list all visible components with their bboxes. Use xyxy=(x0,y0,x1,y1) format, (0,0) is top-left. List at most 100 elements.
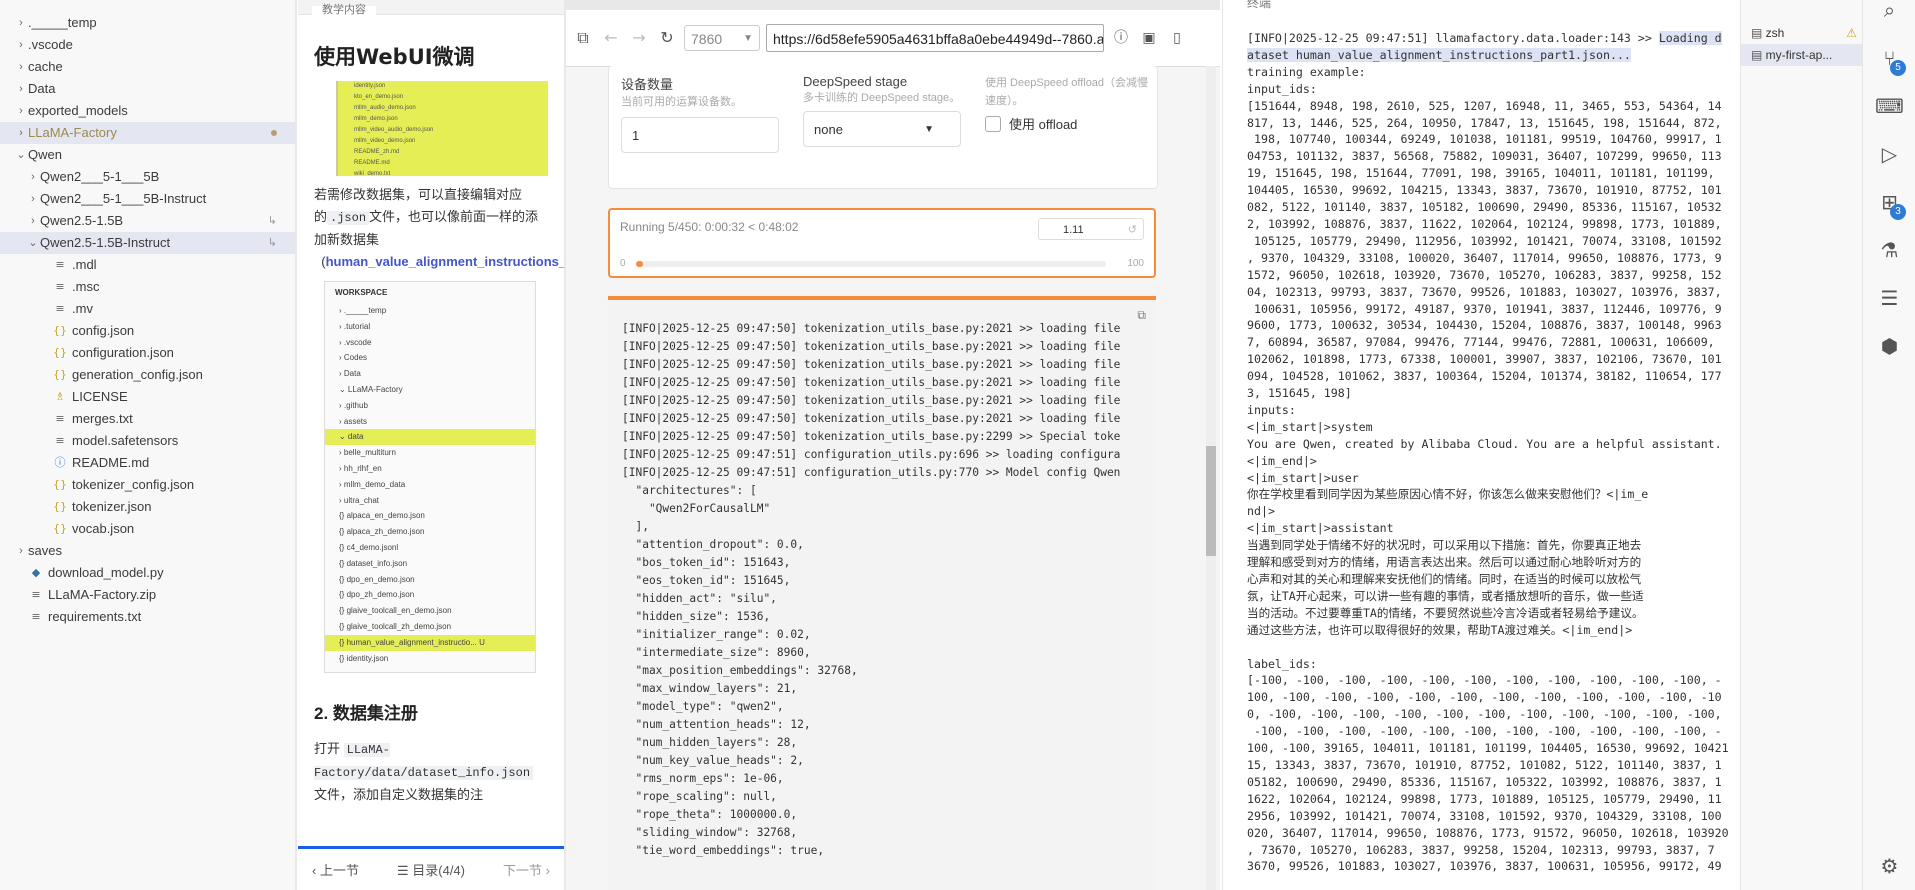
next-section-button[interactable]: 下一节 › xyxy=(503,860,550,879)
help-icon[interactable]: ⓘ xyxy=(1110,27,1132,49)
progress-min-label: 0 xyxy=(620,258,626,269)
reset-icon[interactable]: ↺ xyxy=(1128,219,1137,241)
tree-item-label: LLaMA-Factory xyxy=(28,125,117,140)
offload-checkbox-row[interactable]: 使用 offload xyxy=(985,114,1153,133)
tree-item[interactable]: {} tokenizer_config.json xyxy=(0,474,295,496)
tree-item[interactable]: ≡ LLaMA-Factory.zip xyxy=(0,584,295,606)
workspace-row: {} glaive_toolcall_zh_demo.json xyxy=(339,621,452,631)
database-icon[interactable]: ☰ xyxy=(1863,274,1915,322)
extensions-icon[interactable]: ⊞ 3 xyxy=(1863,178,1915,226)
run-debug-icon[interactable]: ▷ xyxy=(1863,130,1915,178)
tree-item[interactable]: › Qwen2___5-1___5B xyxy=(0,166,295,188)
scrollbar-thumb[interactable] xyxy=(1206,446,1216,556)
forward-icon[interactable]: → xyxy=(628,27,650,49)
workspace-row: › hh_rlhf_en xyxy=(339,463,382,473)
device-count-input[interactable]: 1 xyxy=(621,117,779,153)
tree-item-label: exported_models xyxy=(28,103,128,118)
speed-value: 1.11 xyxy=(1063,224,1084,236)
chevron-right-icon: › xyxy=(31,171,35,183)
para2-text-a: 打开 xyxy=(314,741,341,756)
tree-item[interactable]: › cache xyxy=(0,56,295,78)
tree-item[interactable]: › saves xyxy=(0,540,295,562)
tree-item[interactable]: {} vocab.json xyxy=(0,518,295,540)
py-file-icon: ◆ xyxy=(31,566,41,579)
tree-item[interactable]: {} generation_config.json xyxy=(0,364,295,386)
url-input[interactable]: https://6d58efe5905a4631bffa8a0ebe44949d… xyxy=(766,24,1104,52)
dataset-file-link[interactable]: human_value_alignment_instructions_part1… xyxy=(326,254,564,269)
hexagon-icon[interactable]: ⬢ xyxy=(1863,322,1915,370)
tree-item[interactable]: › LLaMA-Factory xyxy=(0,122,295,144)
tree-item[interactable]: › Qwen2___5-1___5B-Instruct xyxy=(0,188,295,210)
deepspeed-stage-select[interactable]: none ▼ xyxy=(803,111,961,147)
terminal-icon[interactable]: ⌨ xyxy=(1863,82,1915,130)
workspace-row: › belle_multiturn xyxy=(339,448,396,458)
json-file-icon: {} xyxy=(53,478,67,491)
testing-icon[interactable]: ⚗ xyxy=(1863,226,1915,274)
tree-item[interactable]: › exported_models xyxy=(0,100,295,122)
tree-item[interactable]: ≡ .msc xyxy=(0,276,295,298)
tree-item[interactable]: ⓘ README.md xyxy=(0,452,295,474)
terminal-tab[interactable]: 终端 xyxy=(1247,0,1271,11)
back-icon[interactable]: ← xyxy=(600,27,622,49)
tree-item-label: tokenizer_config.json xyxy=(72,477,195,492)
offload-checkbox[interactable] xyxy=(985,115,1001,132)
terminal-line-0: [INFO|2025-12-25 09:47:51] llamafactory.… xyxy=(1247,31,1659,45)
tree-item[interactable]: ⌄ Qwen2.5-1.5B-Instruct ↳ xyxy=(0,232,295,254)
tree-item[interactable]: ≡ requirements.txt xyxy=(0,606,295,628)
tutorial-nav: ‹ 上一节 ☰ 目录(4/4) 下一节 › xyxy=(298,846,564,890)
browser-scrollbar[interactable] xyxy=(1206,66,1216,890)
file-file-icon: ≡ xyxy=(55,280,65,293)
tree-item-label: LICENSE xyxy=(72,389,128,404)
browser-panel: ⧉ ← → ↻ 7860 ▼ https://6d58efe5905a4631bf… xyxy=(566,0,1220,890)
refresh-icon[interactable]: ↻ xyxy=(656,27,678,49)
tree-item[interactable]: ♗ LICENSE xyxy=(0,386,295,408)
txt-file-icon: ≡ xyxy=(31,588,41,601)
workspace-row: › .github xyxy=(339,400,368,410)
chevron-down-icon: ▼ xyxy=(743,33,753,44)
copy-icon[interactable]: ⧉ xyxy=(1137,308,1146,323)
terminal-list-item[interactable]: ▤ zsh ⚠ xyxy=(1741,22,1863,44)
tree-item-label: vocab.json xyxy=(72,521,135,536)
log-text: [INFO|2025-12-25 09:47:50] tokenization_… xyxy=(622,322,1121,857)
device-icon[interactable]: ▯ xyxy=(1166,27,1188,49)
pane-splitter[interactable] xyxy=(295,0,297,890)
tree-item[interactable]: ≡ .mdl xyxy=(0,254,295,276)
tree-item[interactable]: ≡ .mv xyxy=(0,298,295,320)
progress-max-label: 100 xyxy=(1127,258,1144,269)
chevron-down-icon: ⌄ xyxy=(16,149,26,161)
offload-label: 使用 offload xyxy=(1009,117,1078,132)
chevron-right-icon: › xyxy=(19,83,23,95)
workspace-header: WORKSPACE xyxy=(335,288,388,297)
tree-item[interactable]: {} tokenizer.json xyxy=(0,496,295,518)
workspace-row: {} alpaca_en_demo.json xyxy=(339,511,425,521)
source-control-icon[interactable]: ⑂ 5 xyxy=(1863,34,1915,82)
toc-label: 目录(4/4) xyxy=(412,863,465,878)
tree-item[interactable]: ◆ download_model.py xyxy=(0,562,295,584)
tree-item[interactable]: › Data xyxy=(0,78,295,100)
tree-item[interactable]: › .vscode xyxy=(0,34,295,56)
search-icon[interactable]: ⌕ xyxy=(1863,0,1915,34)
json-file-icon: {} xyxy=(53,368,67,381)
terminal-line-0-highlight: Loading d xyxy=(1658,31,1722,45)
split-view-icon[interactable]: ▣ xyxy=(1138,27,1160,49)
terminal-list-item[interactable]: ▤ my-first-ap... xyxy=(1741,44,1863,66)
tree-item[interactable]: › Qwen2.5-1.5B ↳ xyxy=(0,210,295,232)
terminal-panel[interactable]: 终端 [INFO|2025-12-25 09:47:51] llamafacto… xyxy=(1222,0,1741,890)
open-external-icon[interactable]: ⧉ xyxy=(572,27,594,49)
prev-section-button[interactable]: ‹ 上一节 xyxy=(312,860,359,879)
para1-code: .json xyxy=(327,211,370,225)
tree-item[interactable]: ⌄ Qwen xyxy=(0,144,295,166)
settings-gear-icon[interactable]: ⚙ xyxy=(1863,842,1915,890)
port-select[interactable]: 7860 ▼ xyxy=(684,25,760,51)
tree-item[interactable]: {} configuration.json xyxy=(0,342,295,364)
tree-item-label: .mdl xyxy=(72,257,97,272)
chevron-right-icon: › xyxy=(19,39,23,51)
para2-text-b: 文件，添加自定义数据集的注 xyxy=(314,787,484,802)
tree-item[interactable]: {} config.json xyxy=(0,320,295,342)
tree-item[interactable]: ≡ model.safetensors xyxy=(0,430,295,452)
toc-button[interactable]: ☰ 目录(4/4) xyxy=(397,860,465,879)
tree-item[interactable]: › ._____temp xyxy=(0,12,295,34)
tree-item[interactable]: ≡ merges.txt xyxy=(0,408,295,430)
tab-tutorial[interactable]: 教学内容 xyxy=(312,5,376,20)
json-file-icon: {} xyxy=(53,346,67,359)
